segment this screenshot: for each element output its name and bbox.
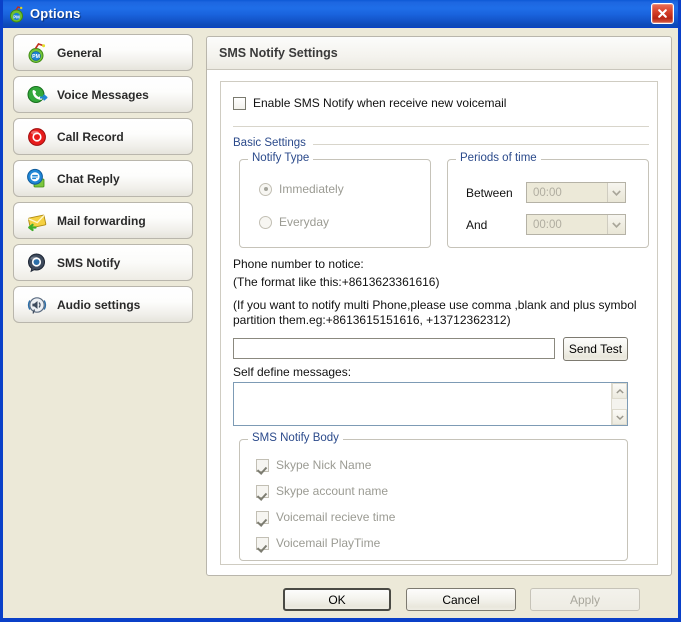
radio-everyday[interactable]: Everyday xyxy=(259,215,329,229)
main-panel: SMS Notify Settings Enable SMS Notify wh… xyxy=(206,36,672,576)
ok-button[interactable]: OK xyxy=(283,588,391,611)
checkbox-label: Voicemail PlayTime xyxy=(276,536,381,550)
checkbox-label: Voicemail recieve time xyxy=(276,510,396,524)
phone-format-hint: (The format like this:+8613623361616) xyxy=(233,275,440,289)
cancel-label: Cancel xyxy=(442,592,480,607)
self-define-messages-textarea[interactable] xyxy=(234,383,611,425)
checkbox-voicemail-playtime[interactable]: Voicemail PlayTime xyxy=(256,536,380,550)
sidebar-item-label: SMS Notify xyxy=(57,255,121,270)
sms-notify-body-group: SMS Notify Body Skype Nick Name Skype ac… xyxy=(239,432,628,561)
options-dialog: PM Options PM General Voice Messages Cal… xyxy=(0,0,681,622)
titlebar: PM Options xyxy=(3,0,678,28)
periods-of-time-legend: Periods of time xyxy=(456,152,541,164)
phone-number-input-wrap[interactable] xyxy=(233,338,555,359)
and-time-select[interactable]: 00:00 xyxy=(526,214,626,235)
window-title: Options xyxy=(30,6,81,21)
phone-multi-hint-line1: (If you want to notify multi Phone,pleas… xyxy=(233,298,637,312)
voice-messages-icon xyxy=(26,84,48,106)
sidebar-item-general[interactable]: PM General xyxy=(13,34,193,71)
divider xyxy=(233,126,649,127)
apply-button: Apply xyxy=(530,588,640,611)
sidebar: PM General Voice Messages Call Record Ch… xyxy=(13,34,193,328)
chevron-down-icon xyxy=(607,215,625,234)
sidebar-item-label: General xyxy=(57,45,102,60)
checkbox-label: Skype account name xyxy=(276,484,389,498)
notify-type-legend: Notify Type xyxy=(248,152,314,164)
vertical-scrollbar[interactable] xyxy=(611,383,627,425)
scroll-up-icon[interactable] xyxy=(612,383,627,399)
basic-settings-line xyxy=(313,144,649,145)
and-label: And xyxy=(466,218,488,232)
periods-of-time-group: Periods of time Between 00:00 And 00:00 xyxy=(447,152,649,248)
panel-header: SMS Notify Settings xyxy=(207,37,671,70)
self-define-messages-wrap[interactable] xyxy=(233,382,628,426)
pm-general-icon: PM xyxy=(26,42,48,64)
sidebar-item-chat-reply[interactable]: Chat Reply xyxy=(13,160,193,197)
close-icon[interactable] xyxy=(651,3,674,24)
send-test-button[interactable]: Send Test xyxy=(563,337,628,361)
sidebar-item-label: Audio settings xyxy=(57,297,141,312)
enable-sms-notify-checkbox[interactable]: Enable SMS Notify when receive new voice… xyxy=(233,96,506,110)
between-label: Between xyxy=(466,186,513,200)
sms-notify-icon xyxy=(26,252,48,274)
radio-immediately[interactable]: Immediately xyxy=(259,182,344,196)
checkbox-voicemail-recieve-time[interactable]: Voicemail recieve time xyxy=(256,510,395,524)
sms-notify-body-legend: SMS Notify Body xyxy=(248,432,343,444)
mail-forwarding-icon xyxy=(26,210,48,232)
ok-label: OK xyxy=(328,592,346,607)
send-test-label: Send Test xyxy=(568,342,623,356)
svg-text:PM: PM xyxy=(13,14,20,19)
between-time-value: 00:00 xyxy=(533,186,562,199)
cancel-button[interactable]: Cancel xyxy=(406,588,516,611)
between-time-select[interactable]: 00:00 xyxy=(526,182,626,203)
radio-circle xyxy=(259,215,272,229)
phone-multi-hint-line2: partition them.eg:+8613615151616, +13712… xyxy=(233,313,511,327)
radio-label: Immediately xyxy=(279,182,344,196)
checkbox-box xyxy=(256,536,269,550)
enable-sms-notify-label: Enable SMS Notify when receive new voice… xyxy=(253,96,507,110)
page-title: SMS Notify Settings xyxy=(219,46,338,60)
chat-reply-icon xyxy=(26,168,48,190)
checkbox-box xyxy=(256,510,269,524)
apply-label: Apply xyxy=(569,592,601,607)
options-app-icon: PM xyxy=(8,5,26,23)
checkbox-box xyxy=(256,484,269,498)
phone-title: Phone number to notice: xyxy=(233,257,364,271)
radio-circle xyxy=(259,182,272,196)
panel-body: Enable SMS Notify when receive new voice… xyxy=(220,81,658,565)
phone-number-input[interactable] xyxy=(234,339,554,358)
checkbox-box xyxy=(256,458,269,472)
scroll-down-icon[interactable] xyxy=(612,409,627,425)
sidebar-item-sms-notify[interactable]: SMS Notify xyxy=(13,244,193,281)
sidebar-item-voice-messages[interactable]: Voice Messages xyxy=(13,76,193,113)
basic-settings-label: Basic Settings xyxy=(233,137,311,149)
audio-settings-icon xyxy=(26,294,48,316)
sidebar-item-label: Mail forwarding xyxy=(57,213,146,228)
chevron-down-icon xyxy=(607,183,625,202)
sidebar-item-audio-settings[interactable]: Audio settings xyxy=(13,286,193,323)
radio-label: Everyday xyxy=(279,215,330,229)
sidebar-item-mail-forwarding[interactable]: Mail forwarding xyxy=(13,202,193,239)
sidebar-item-label: Chat Reply xyxy=(57,171,120,186)
call-record-icon xyxy=(26,126,48,148)
checkbox-skype-nick-name[interactable]: Skype Nick Name xyxy=(256,458,371,472)
sidebar-item-call-record[interactable]: Call Record xyxy=(13,118,193,155)
checkbox-box xyxy=(233,96,246,110)
self-define-label: Self define messages: xyxy=(233,365,352,379)
notify-type-group: Notify Type Immediately Everyday xyxy=(239,152,431,248)
and-time-value: 00:00 xyxy=(533,218,562,231)
checkbox-label: Skype Nick Name xyxy=(276,458,372,472)
checkbox-skype-account-name[interactable]: Skype account name xyxy=(256,484,388,498)
sidebar-item-label: Voice Messages xyxy=(57,87,149,102)
svg-text:PM: PM xyxy=(32,54,40,60)
sidebar-item-label: Call Record xyxy=(57,129,124,144)
